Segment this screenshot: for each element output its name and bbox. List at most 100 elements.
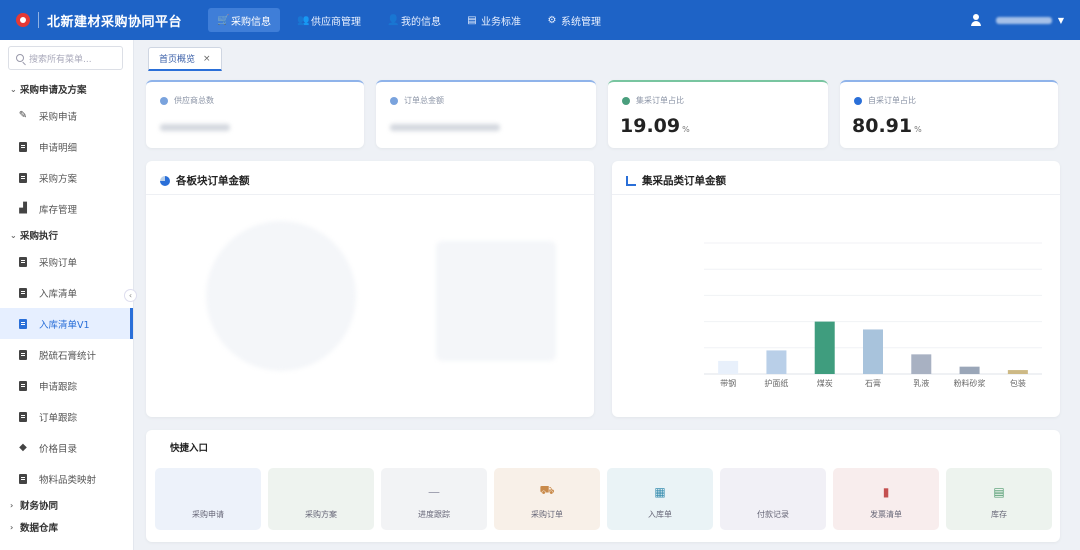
sidebar-item-label: 入库清单V1 (39, 319, 90, 331)
cube-icon (854, 96, 862, 105)
category-bar-chart: 带钢 护面纸 煤炭 石膏 乳液 粉料砂浆 包装 (704, 242, 1042, 388)
sidebar-item-purchase-plan[interactable]: 采购方案 (0, 162, 133, 193)
chart-bar[interactable] (959, 366, 980, 374)
user-menu[interactable]: ▼ (970, 0, 1064, 40)
tab-label: 首页概览 (159, 55, 196, 65)
sidebar-item-request-detail[interactable]: 申请明细 (0, 131, 133, 162)
sidebar-item-gypsum-stats[interactable]: 脱硫石膏统计 (0, 339, 133, 370)
menu-group-purchase-request[interactable]: ⌄ 采购申请及方案 (0, 78, 133, 100)
inventory-icon: ▤ (993, 485, 1005, 499)
quick-purchase-order[interactable]: ⛟ 采购订单 (494, 468, 600, 530)
doc-icon (18, 256, 28, 267)
search-icon (16, 54, 24, 62)
chevron-down-icon: ▼ (1057, 15, 1064, 25)
users-icon: 👥 (297, 14, 310, 26)
chart-bar[interactable] (766, 350, 787, 374)
blurred-legend (436, 241, 556, 361)
stat-label-text: 供应商总数 (174, 96, 214, 105)
quick-purchase-plan[interactable]: 采购方案 (268, 468, 374, 530)
tab-strip: 首页概览 × (140, 42, 1080, 74)
sidebar-item-order-tracking[interactable]: 订单跟踪 (0, 401, 133, 432)
stat-card-central-ratio: 集采订单占比 19.09% (608, 80, 828, 148)
sidebar-item-inventory[interactable]: ▟ 库存管理 (0, 193, 133, 224)
stat-label-text: 集采订单占比 (636, 96, 684, 105)
sidebar-item-label: 订单跟踪 (39, 412, 78, 424)
sidebar-item-purchase-request[interactable]: ✎ 采购申请 (0, 100, 133, 131)
chart-bar[interactable] (911, 354, 932, 374)
chart-bar[interactable] (718, 360, 739, 374)
nav-label: 我的信息 (401, 16, 442, 28)
chart-bar[interactable] (814, 321, 835, 374)
doc-icon (18, 473, 28, 484)
quick-tile-label: 采购申请 (192, 510, 224, 519)
users-icon (160, 96, 168, 105)
sidebar-item-inbound-list[interactable]: 入库清单 (0, 277, 133, 308)
nav-purchase-info[interactable]: 🛒 采购信息 (208, 8, 281, 32)
sidebar-collapse-button[interactable]: ‹ (124, 289, 137, 302)
stat-label-text: 订单总金额 (404, 96, 444, 105)
quick-inventory[interactable]: ▤ 库存 (946, 468, 1052, 530)
quick-purchase-request[interactable]: 采购申请 (155, 468, 261, 530)
stat-card-self-ratio: 自采订单占比 80.91% (840, 80, 1058, 148)
redacted-value (390, 124, 500, 131)
logo-icon (16, 13, 30, 27)
edit-doc-icon: ✎ (18, 110, 28, 121)
quick-payment-record[interactable]: 付款记录 (720, 468, 826, 530)
nav-business-standard[interactable]: ▤ 业务标准 (458, 8, 530, 32)
menu-group-label: 财务协同 (20, 501, 59, 512)
chart-bar[interactable] (863, 329, 883, 374)
quick-tile-label: 库存 (991, 510, 1007, 519)
sidebar-item-material-mapping[interactable]: 物料品类映射 (0, 463, 133, 494)
logo-divider (38, 12, 39, 28)
nav-label: 业务标准 (481, 16, 522, 28)
sidebar-item-request-tracking[interactable]: 申请跟踪 (0, 370, 133, 401)
nav-supplier-mgmt[interactable]: 👥 供应商管理 (288, 8, 370, 32)
book-icon: ▤ (467, 14, 477, 26)
sidebar-item-price-catalog[interactable]: ◆ 价格目录 (0, 432, 133, 463)
quick-tile-label: 采购方案 (305, 510, 337, 519)
menu-group-finance[interactable]: › 财务协同 (0, 494, 133, 516)
quick-tile-label: 发票清单 (870, 510, 902, 519)
nav-system-mgmt[interactable]: ⚙ 系统管理 (538, 8, 610, 32)
menu-search-input[interactable]: 搜索所有菜单... (8, 46, 123, 70)
sidebar-item-label: 申请跟踪 (39, 381, 78, 393)
sidebar: 搜索所有菜单... ⌄ 采购申请及方案 ✎ 采购申请 申请明细 采购方案 ▟ 库… (0, 40, 134, 550)
nav-my-info[interactable]: 👤 我的信息 (378, 8, 450, 32)
tab-home-overview[interactable]: 首页概览 × (148, 47, 222, 71)
close-icon[interactable]: × (203, 54, 211, 64)
panel-title-text: 各板块订单金额 (176, 175, 250, 187)
coin-icon (390, 96, 398, 105)
doc-icon (18, 318, 28, 329)
sidebar-item-label: 采购申请 (39, 111, 78, 123)
panel-divider (146, 194, 594, 195)
doc-icon (18, 380, 28, 391)
sidebar-item-purchase-order[interactable]: 采购订单 (0, 246, 133, 277)
chevron-right-icon: › (10, 522, 14, 532)
menu-group-label: 采购执行 (20, 231, 59, 242)
stat-value: 19.09% (620, 115, 690, 137)
quick-entry-panel: 快捷入口 采购申请 采购方案 — 进度跟踪 ⛟ 采购订单 ▦ 入库单 付款记录 ▮ 发票清单 ▤ 库存 (146, 430, 1060, 542)
quick-entry-title: 快捷入口 (170, 443, 209, 454)
chevron-down-icon: ⌄ (10, 84, 17, 94)
chart-bar[interactable] (1007, 370, 1028, 374)
top-bar: 北新建材采购协同平台 🛒 采购信息 👥 供应商管理 👤 我的信息 ▤ 业务标准 … (0, 0, 1080, 40)
truck-icon: ⛟ (539, 483, 555, 497)
pie-chart-icon (160, 175, 170, 186)
boxes-icon: ▟ (19, 203, 27, 214)
stat-number: 80.91 (852, 115, 913, 137)
quick-progress-tracking[interactable]: — 进度跟踪 (381, 468, 487, 530)
warehouse-icon: ▦ (654, 485, 666, 499)
stat-label: 订单总金额 (390, 95, 444, 106)
stat-label: 供应商总数 (160, 95, 214, 106)
quick-inbound-order[interactable]: ▦ 入库单 (607, 468, 713, 530)
sidebar-item-inbound-list-v1[interactable]: 入库清单V1 (0, 308, 133, 339)
menu-group-purchase-execution[interactable]: ⌄ 采购执行 (0, 224, 133, 246)
person-icon: 👤 (387, 14, 400, 26)
nav-label: 采购信息 (231, 16, 272, 28)
menu-group-data-warehouse[interactable]: › 数据仓库 (0, 516, 133, 538)
gear-icon: ⚙ (547, 14, 557, 26)
search-placeholder: 搜索所有菜单... (29, 54, 92, 65)
quick-invoice-list[interactable]: ▮ 发票清单 (833, 468, 939, 530)
panel-segment-order-amount: 各板块订单金额 (146, 161, 594, 417)
chevron-down-icon: ⌄ (10, 230, 17, 240)
